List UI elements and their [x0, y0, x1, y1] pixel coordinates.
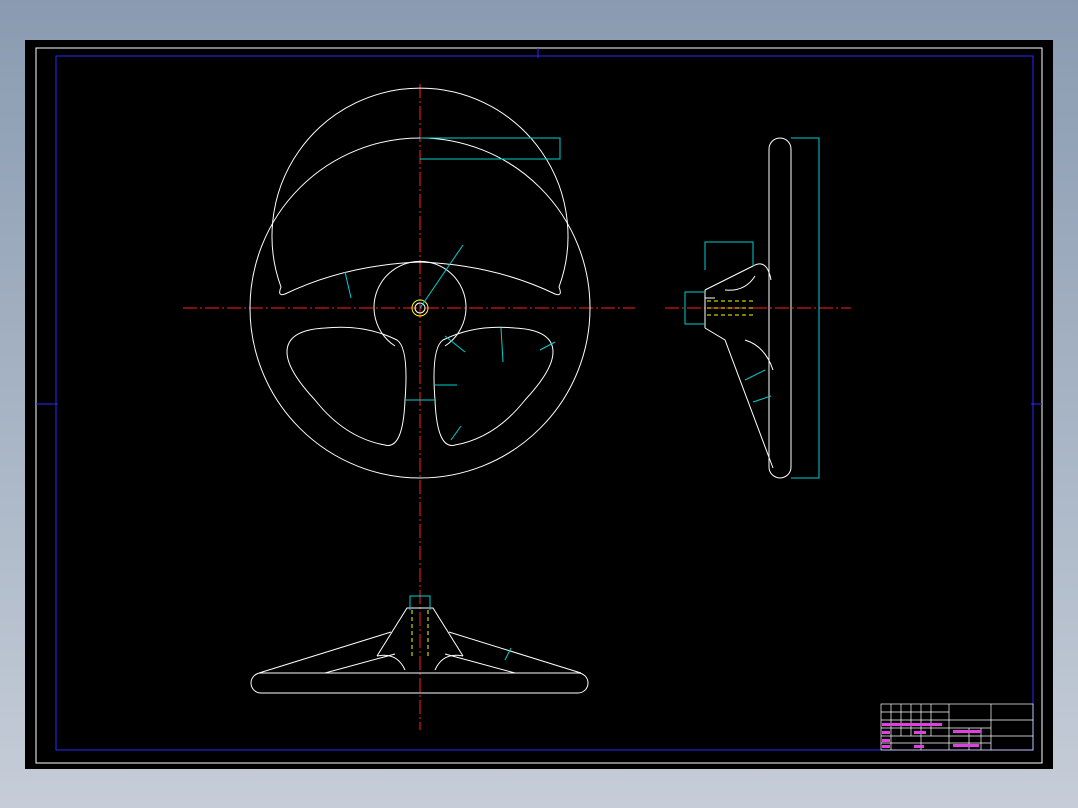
radius-leader-spoke-right	[500, 327, 504, 363]
title-block-text-mark-8	[953, 744, 979, 747]
title-block-text-mark-1	[882, 723, 942, 726]
title-block	[880, 703, 1034, 751]
radius-leader-bottom	[450, 425, 462, 441]
lower-spoke-profile	[704, 327, 774, 469]
hub-width-dimension	[704, 241, 754, 270]
drawing-frame	[35, 47, 1043, 764]
spoke-plan-inner-right	[444, 653, 516, 674]
centerlines	[183, 84, 851, 730]
right-lower-opening	[433, 326, 554, 446]
title-block-text-mark-6	[914, 745, 924, 748]
spoke-plan-inner-left	[324, 653, 396, 674]
spoke-plan-right	[448, 631, 582, 674]
title-block-text-mark-5	[882, 745, 890, 748]
upper-spoke-profile	[704, 263, 772, 291]
radius-leader-upper-left	[344, 271, 352, 299]
spoke-plan-left	[258, 631, 392, 674]
title-block-text-mark-3	[882, 731, 890, 734]
title-block-text-mark-4	[882, 739, 890, 742]
spoke-thickness-dimension-2	[752, 395, 772, 403]
outer-border	[35, 47, 1043, 764]
title-block-text-mark-2	[914, 731, 926, 734]
title-block-text-marks	[882, 723, 981, 748]
title-block-text-mark-7	[953, 730, 981, 733]
inner-border	[55, 55, 1034, 751]
side-view-hidden-lines	[707, 300, 755, 316]
left-lower-opening	[286, 326, 407, 446]
bottom-view-dimensions	[409, 595, 512, 661]
cad-drawing-canvas[interactable]	[25, 40, 1053, 769]
radius-leader-hub	[419, 244, 464, 309]
spoke-thickness-dimension	[744, 369, 766, 381]
cad-drawing	[35, 47, 1043, 764]
